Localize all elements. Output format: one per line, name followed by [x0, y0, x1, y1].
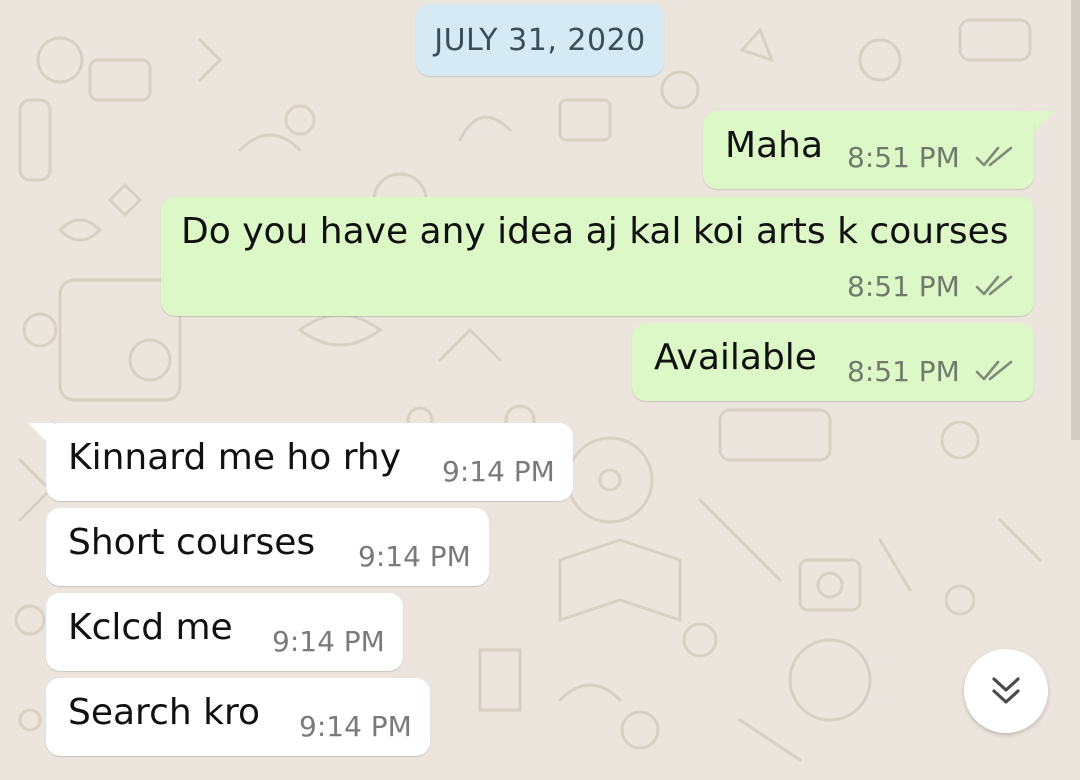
double-check-icon	[975, 146, 1013, 167]
scrollbar[interactable]	[1071, 0, 1080, 440]
message-time: 8:51 PM	[847, 355, 960, 388]
double-check-icon	[975, 360, 1013, 381]
double-check-icon	[975, 275, 1013, 296]
message-text: Maha	[725, 125, 823, 166]
message-bubble-incoming[interactable]: Search kro 9:14 PM	[46, 678, 430, 756]
message-bubble-incoming[interactable]: Kinnard me ho rhy 9:14 PM	[46, 423, 573, 501]
message-text: Short courses	[68, 522, 316, 563]
message-time: 9:14 PM	[299, 710, 412, 743]
message-time: 9:14 PM	[272, 625, 385, 658]
message-bubble-incoming[interactable]: Short courses 9:14 PM	[46, 508, 489, 586]
message-text: Do you have any idea aj kal koi arts k c…	[181, 211, 1009, 252]
message-bubble-outgoing[interactable]: Maha 8:51 PM	[703, 111, 1034, 189]
message-bubble-outgoing[interactable]: Available 8:51 PM	[632, 323, 1034, 401]
message-time: 9:14 PM	[442, 455, 555, 488]
date-divider: JULY 31, 2020	[416, 4, 664, 76]
message-text: Search kro	[68, 692, 261, 733]
message-time: 9:14 PM	[358, 540, 471, 573]
message-time: 8:51 PM	[847, 141, 960, 174]
scroll-to-bottom-button[interactable]	[964, 649, 1048, 733]
double-chevron-down-icon	[992, 677, 1020, 704]
message-bubble-incoming[interactable]: Kclcd me 9:14 PM	[46, 593, 403, 671]
message-text: Kclcd me	[68, 607, 233, 648]
message-text: Kinnard me ho rhy	[68, 437, 401, 478]
message-bubble-outgoing[interactable]: Do you have any idea aj kal koi arts k c…	[161, 197, 1034, 316]
message-time: 8:51 PM	[847, 270, 960, 303]
message-text: Available	[654, 337, 817, 378]
